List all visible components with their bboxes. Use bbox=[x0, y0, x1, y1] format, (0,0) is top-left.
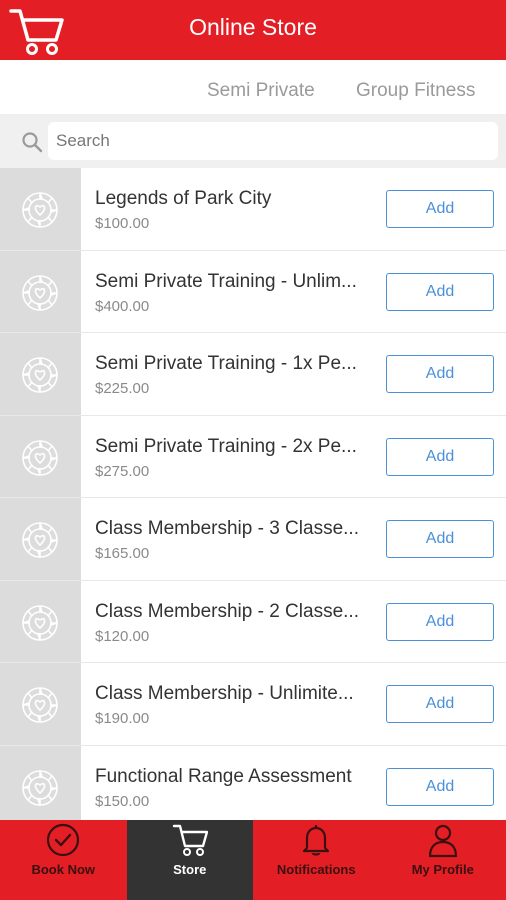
category-tabs: Semi Private Group Fitness bbox=[0, 60, 506, 114]
product-row[interactable]: Class Membership - 2 Classe... $120.00 A… bbox=[0, 580, 506, 663]
logo-icon bbox=[22, 357, 58, 393]
product-row[interactable]: Semi Private Training - Unlim... $400.00… bbox=[0, 250, 506, 333]
product-name: Semi Private Training - Unlim... bbox=[95, 270, 357, 292]
tab-semi-private[interactable]: Semi Private bbox=[207, 80, 315, 102]
product-price: $225.00 bbox=[95, 380, 150, 397]
bottom-navigation: Book Now Store Notifications My Profile bbox=[0, 820, 506, 900]
product-price: $400.00 bbox=[95, 297, 150, 315]
search-bar bbox=[0, 114, 506, 168]
check-circle-icon bbox=[47, 823, 80, 857]
add-button[interactable]: Add bbox=[386, 602, 494, 641]
nav-book-now[interactable]: Book Now bbox=[0, 820, 127, 900]
product-price: $165.00 bbox=[95, 545, 150, 562]
product-row[interactable]: Class Membership - 3 Classe... $165.00 A… bbox=[0, 498, 506, 581]
product-price: $100.00 bbox=[95, 215, 150, 232]
product-row[interactable]: Class Membership - Unlimite... $190.00 A… bbox=[0, 663, 506, 746]
product-name: Semi Private Training - 2x Pe... bbox=[95, 435, 357, 457]
nav-label: Book Now bbox=[31, 862, 96, 877]
product-thumbnail bbox=[0, 168, 81, 250]
nav-notifications[interactable]: Notifications bbox=[253, 820, 380, 900]
logo-icon bbox=[22, 769, 58, 806]
product-name: Class Membership - 3 Classe... bbox=[95, 518, 359, 539]
nav-label: Store bbox=[173, 862, 207, 877]
logo-icon bbox=[22, 439, 58, 476]
product-price: $275.00 bbox=[95, 462, 150, 480]
search-icon bbox=[22, 132, 43, 153]
product-row[interactable]: Functional Range Assessment $150.00 Add bbox=[0, 745, 506, 820]
product-thumbnail bbox=[0, 580, 81, 662]
logo-icon bbox=[22, 687, 58, 723]
logo-icon bbox=[22, 192, 58, 228]
add-button[interactable]: Add bbox=[386, 272, 494, 311]
nav-store[interactable]: Store bbox=[126, 820, 253, 900]
cart-icon bbox=[172, 824, 208, 856]
add-button[interactable]: Add bbox=[386, 685, 494, 723]
add-button[interactable]: Add bbox=[386, 355, 494, 393]
tab-group-fitness[interactable]: Group Fitness bbox=[356, 80, 475, 102]
nav-my-profile[interactable]: My Profile bbox=[380, 820, 506, 900]
search-input[interactable] bbox=[48, 122, 498, 160]
product-thumbnail bbox=[0, 250, 81, 332]
product-price: $150.00 bbox=[95, 792, 150, 810]
logo-icon bbox=[22, 274, 58, 311]
product-thumbnail bbox=[0, 415, 81, 497]
product-row[interactable]: Semi Private Training - 1x Pe... $225.00… bbox=[0, 333, 506, 416]
product-price: $190.00 bbox=[95, 710, 150, 727]
product-list: Legends of Park City $100.00 Add Semi Pr… bbox=[0, 168, 506, 820]
product-name: Functional Range Assessment bbox=[95, 765, 352, 787]
add-button[interactable]: Add bbox=[386, 767, 494, 806]
product-name: Legends of Park City bbox=[95, 188, 272, 209]
app-header: Online Store bbox=[0, 0, 506, 60]
product-thumbnail bbox=[0, 333, 81, 415]
product-row[interactable]: Legends of Park City $100.00 Add bbox=[0, 168, 506, 251]
product-name: Semi Private Training - 1x Pe... bbox=[95, 353, 357, 374]
add-button[interactable]: Add bbox=[386, 437, 494, 476]
nav-label: Notifications bbox=[276, 862, 356, 877]
product-row[interactable]: Semi Private Training - 2x Pe... $275.00… bbox=[0, 415, 506, 498]
logo-icon bbox=[22, 522, 58, 558]
nav-label: My Profile bbox=[411, 862, 474, 877]
user-icon bbox=[428, 824, 457, 858]
product-name: Class Membership - Unlimite... bbox=[95, 683, 354, 704]
product-thumbnail bbox=[0, 745, 81, 820]
product-name: Class Membership - 2 Classe... bbox=[95, 600, 359, 622]
logo-icon bbox=[22, 604, 58, 641]
bell-icon bbox=[303, 825, 330, 856]
add-button[interactable]: Add bbox=[386, 190, 494, 228]
page-title: Online Store bbox=[189, 14, 317, 40]
product-thumbnail bbox=[0, 498, 81, 580]
product-thumbnail bbox=[0, 663, 81, 745]
product-price: $120.00 bbox=[95, 627, 150, 645]
add-button[interactable]: Add bbox=[386, 520, 494, 558]
